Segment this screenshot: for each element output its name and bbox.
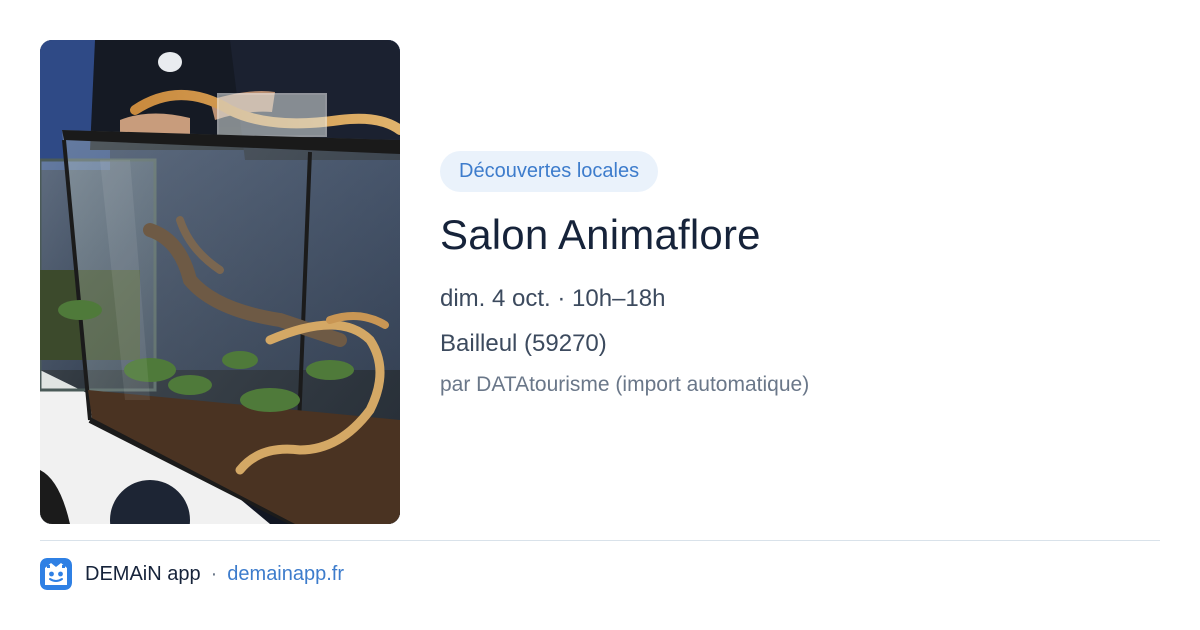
demain-app-logo-icon — [40, 558, 72, 590]
footer-divider — [40, 540, 1160, 541]
footer-separator: · — [210, 562, 218, 585]
footer: DEMAiN app · demainapp.fr — [40, 558, 344, 590]
event-location: Bailleul (59270) — [440, 330, 607, 357]
event-info: Découvertes locales Salon Animaflore dim… — [440, 151, 1160, 398]
event-photo — [40, 40, 400, 524]
event-photo-illustration — [40, 40, 400, 524]
event-datetime: dim. 4 oct. · 10h–18h — [440, 285, 666, 312]
event-source: par DATAtourisme (import automatique) — [440, 373, 810, 396]
event-title: Salon Animaflore — [440, 211, 761, 258]
app-name: DEMAiN app — [85, 562, 201, 585]
category-tag[interactable]: Découvertes locales — [440, 151, 659, 192]
app-website-link[interactable]: demainapp.fr — [227, 563, 344, 586]
